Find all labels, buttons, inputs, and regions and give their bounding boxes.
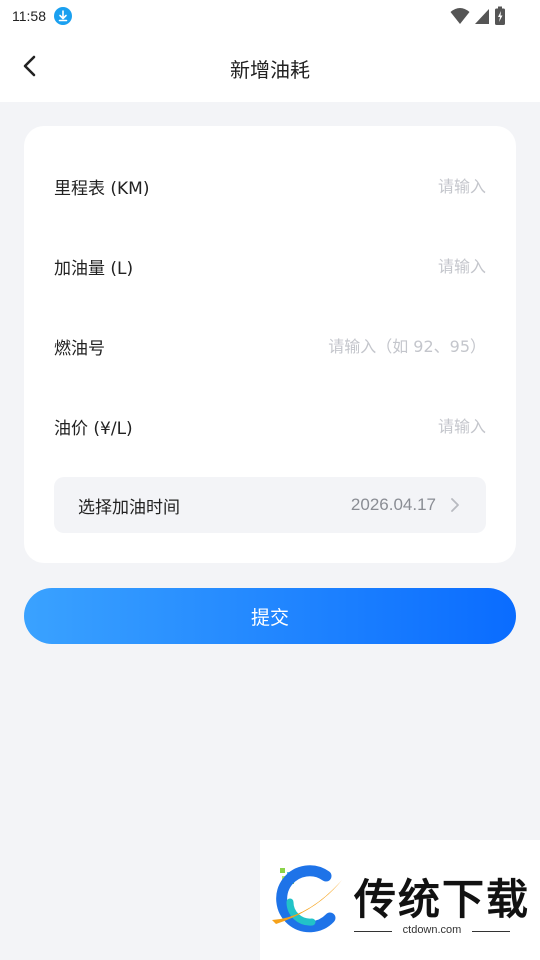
page-title: 新增油耗 [230,58,310,82]
ctdown-logo-icon [272,865,342,933]
refuel-time-value: 2026.04.17 [350,495,436,514]
fuel-grade-label: 燃油号 [54,338,105,359]
fuel-form-card: 里程表 (KM) 加油量 (L) 燃油号 油价 (¥/L) 选择加油时间 202… [24,126,516,563]
status-icons [450,6,506,30]
fuel-price-row: 油价 (¥/L) [54,406,486,446]
fuel-price-label: 油价 (¥/L) [54,418,133,439]
chevron-right-icon [451,498,459,512]
odometer-row: 里程表 (KM) [54,166,486,206]
battery-icon [494,6,506,30]
watermark-url: ctdown.com [402,924,462,936]
fuel-grade-row: 燃油号 [54,326,486,366]
fuel-amount-input[interactable] [256,256,486,276]
refuel-time-picker[interactable]: 选择加油时间 2026.04.17 [54,477,486,533]
wifi-icon [450,7,470,29]
watermark-rule-right [472,931,510,932]
watermark-brand: 传统下载 [354,875,531,924]
watermark: 传统下载 ctdown.com [260,840,540,960]
fuel-amount-label: 加油量 (L) [54,258,134,279]
status-bar: 11:58 [0,0,540,32]
fuel-grade-input[interactable] [256,336,486,356]
odometer-input[interactable] [256,176,486,196]
odometer-label: 里程表 (KM) [54,178,150,199]
download-icon [54,7,72,25]
refuel-time-label: 选择加油时间 [78,497,180,518]
status-time: 11:58 [12,8,46,24]
fuel-price-input[interactable] [256,416,486,436]
signal-icon [474,7,490,29]
app-header: 新增油耗 [0,32,540,102]
submit-button[interactable]: 提交 [24,588,516,644]
fuel-amount-row: 加油量 (L) [54,246,486,286]
refuel-time-value-group: 2026.04.17 [351,495,460,515]
